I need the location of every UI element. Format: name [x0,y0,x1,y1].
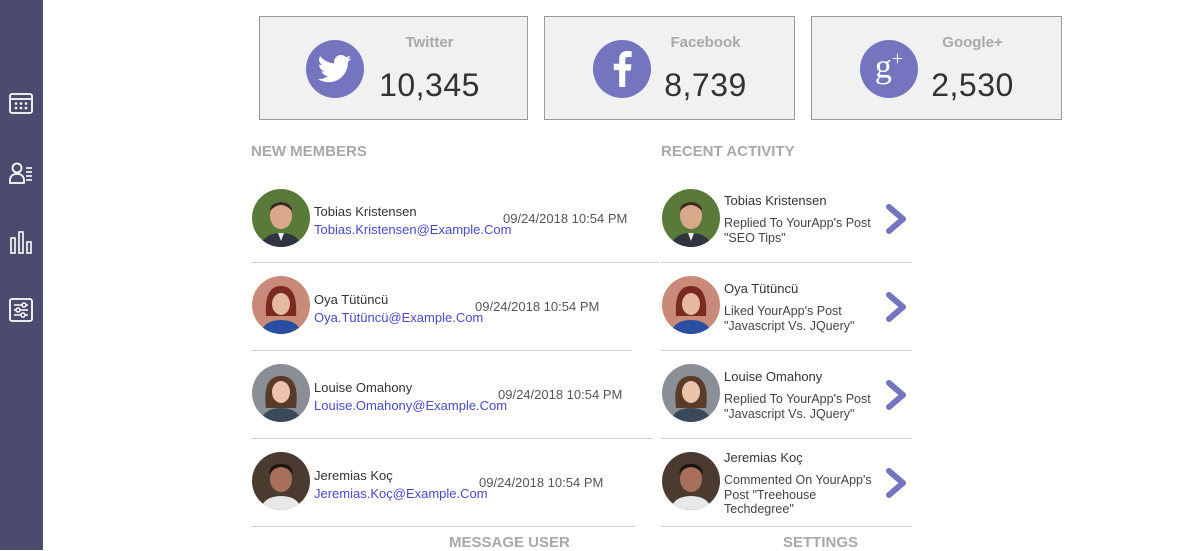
member-join-date: 09/24/2018 10:54 PM [503,211,628,226]
member-email-link[interactable]: Jeremias.Koç@Example.Com [314,486,488,501]
avatar [252,452,310,510]
settings-heading[interactable]: SETTINGS [783,534,858,551]
member-email-link[interactable]: Tobias.Kristensen@Example.Com [314,222,511,237]
member-name: Jeremias Koç [314,468,393,483]
social-card-google-plus: g+ Google+ 2,530 [811,16,1062,120]
sidebar-item-dashboard[interactable] [6,88,36,118]
message-user-heading[interactable]: MESSAGE USER [449,534,570,551]
avatar [252,189,310,247]
member-join-date: 09/24/2018 10:54 PM [479,475,604,490]
avatar [252,276,310,334]
chevron-right-icon[interactable] [884,204,910,234]
activity-text: Replied To YourApp's Post "Javascript Vs… [724,392,871,421]
recent-activity-title: RECENT ACTIVITY [661,143,795,160]
activity-user-name: Tobias Kristensen [724,193,827,208]
members-icon [9,162,32,184]
social-name: Facebook [670,34,741,51]
member-name: Louise Omahony [314,380,413,395]
avatar [662,189,720,247]
sidebar [0,0,43,550]
member-email-link[interactable]: Louise.Omahony@Example.Com [314,398,507,413]
row-divider [661,526,912,527]
calendar-icon [9,93,33,114]
sidebar-item-charts[interactable] [6,227,36,257]
sidebar-item-members[interactable] [6,158,36,188]
activity-text: Replied To YourApp's Post "SEO Tips" [724,216,871,245]
social-count: 2,530 [931,67,1014,103]
social-card-facebook: Facebook 8,739 [544,16,795,120]
avatar [662,276,720,334]
social-count: 8,739 [664,67,747,103]
chevron-right-icon[interactable] [884,292,910,322]
sidebar-item-settings[interactable] [6,295,36,325]
member-email-link[interactable]: Oya.Tütüncü@Example.Com [314,310,483,325]
social-card-twitter: Twitter 10,345 [259,16,528,120]
bar-chart-icon [10,231,32,254]
settings-sliders-icon [9,298,33,322]
member-join-date: 09/24/2018 10:54 PM [498,387,623,402]
activity-user-name: Louise Omahony [724,369,823,384]
member-name: Tobias Kristensen [314,204,417,219]
new-members-title: NEW MEMBERS [251,143,367,160]
avatar [252,364,310,422]
row-divider [251,350,632,351]
row-divider [661,350,912,351]
social-name: Google+ [942,34,1003,51]
activity-text: Liked YourApp's Post "Javascript Vs. JQu… [724,304,855,333]
row-divider [251,438,653,439]
chevron-right-icon[interactable] [884,468,910,498]
social-name: Twitter [405,34,454,51]
chevron-right-icon[interactable] [884,380,910,410]
avatar [662,452,720,510]
row-divider [251,526,635,527]
member-join-date: 09/24/2018 10:54 PM [475,299,600,314]
activity-user-name: Jeremias Koç [724,450,803,465]
row-divider [661,262,912,263]
member-name: Oya Tütüncü [314,292,389,307]
avatar [662,364,720,422]
row-divider [661,438,912,439]
social-count: 10,345 [379,67,480,103]
row-divider [251,262,659,263]
activity-text: Commented On YourApp's Post "Treehouse T… [724,473,872,516]
activity-user-name: Oya Tütüncü [724,281,799,296]
